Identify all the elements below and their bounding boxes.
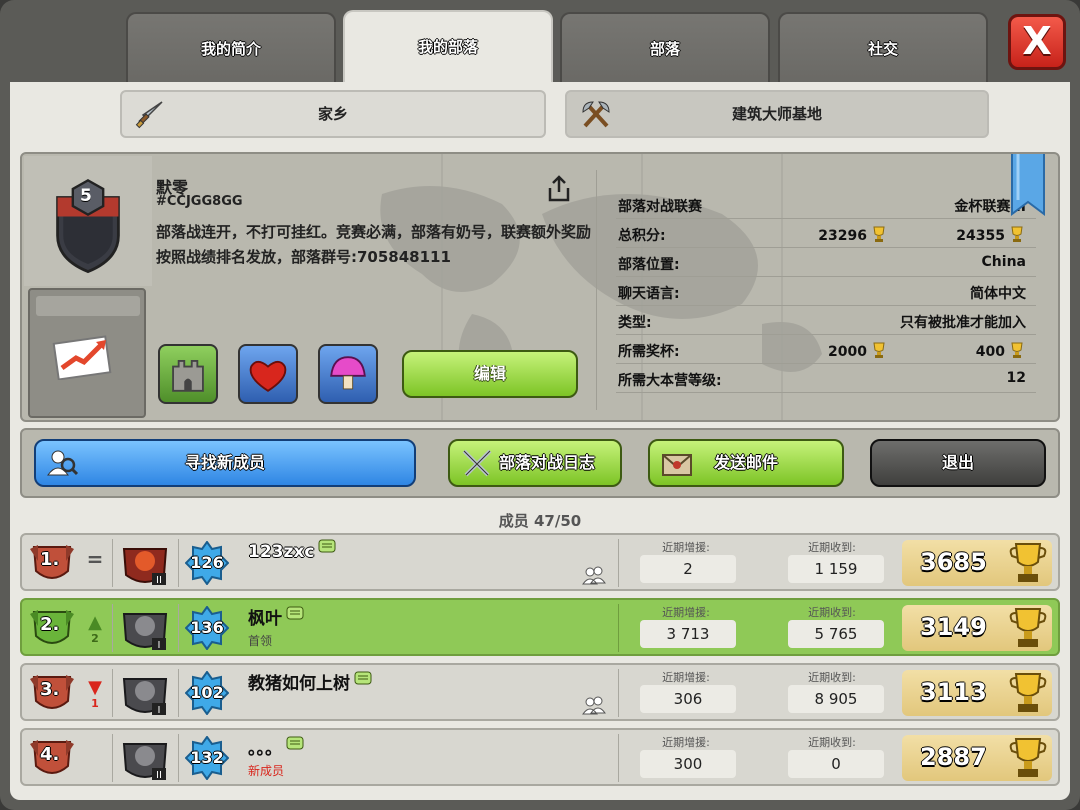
svg-text:I: I: [158, 705, 161, 716]
stat-required-trophies: 所需奖杯: 2000 400: [616, 335, 1036, 364]
stat-location: 部落位置: China: [616, 248, 1036, 277]
leave-clan-button[interactable]: 退出: [870, 439, 1046, 487]
titan-league-icon: I: [122, 613, 168, 651]
friends-icon: [582, 566, 606, 585]
received-value: 8 905: [788, 685, 884, 713]
sword-icon: [135, 101, 163, 129]
player-name: 123zxc: [248, 539, 336, 562]
mail-icon: [662, 454, 692, 476]
tab-social[interactable]: 社交: [778, 12, 988, 84]
received-value: 1 159: [788, 555, 884, 583]
clan-stats-side-panel[interactable]: [28, 288, 146, 418]
trophy-icon: [873, 342, 885, 358]
svg-text:II: II: [156, 770, 162, 781]
clan-perk-castle[interactable]: [158, 344, 218, 404]
clan-description: 部落战连开，不打可挂红。竞赛必满，部落有奶号，联赛额外奖励按照战绩排名发放，部落…: [156, 223, 592, 266]
svg-text:I: I: [158, 640, 161, 651]
find-new-members-button[interactable]: 寻找新成员: [34, 439, 416, 487]
titan-league-icon: II: [122, 743, 168, 781]
player-name: 教猪如何上树: [248, 669, 372, 694]
donated-value: 306: [640, 685, 736, 713]
search-person-icon: [47, 450, 79, 476]
rank-down-icon: ▼: [88, 677, 102, 698]
members-count: 成员 47/50: [498, 512, 582, 530]
rank-up-icon: ▲: [88, 612, 102, 633]
trophy-icon: [1009, 738, 1047, 777]
trophy-icon: [1009, 608, 1047, 647]
stat-war-league: 部落对战联赛 金杯联赛III: [616, 190, 1036, 219]
send-mail-button[interactable]: 发送邮件: [648, 439, 844, 487]
chat-icon: [318, 539, 336, 553]
stat-total-points: 总积分: 23296 24355: [616, 219, 1036, 248]
clan-badge-box: 5: [24, 156, 152, 286]
chat-icon: [286, 606, 304, 620]
member-role: 首领: [248, 634, 273, 648]
clan-perk-mushroom[interactable]: [318, 344, 378, 404]
friends-icon: [582, 696, 606, 715]
player-name: 。。。: [248, 734, 304, 759]
clan-info-panel: 5 默零 #CCJGG8GG 部落战连开，不打可挂红。竞赛必满，部落有奶号，联赛…: [20, 152, 1060, 422]
trophy-icon: [1009, 543, 1047, 582]
subtab-builder-label: 建筑大师基地: [731, 105, 822, 123]
member-row[interactable]: 4. II 132 。。。 新成员 近期增援: 300 近期收到: 0 2887: [20, 728, 1060, 786]
trophy-icon: [1009, 673, 1047, 712]
tab-my-clan[interactable]: 我的部落: [343, 10, 553, 86]
clan-stats-list: 部落对战联赛 金杯联赛III 总积分: 23296 24355 部落位置: Ch…: [616, 190, 1036, 393]
edit-clan-button[interactable]: 编辑: [402, 350, 578, 398]
member-row[interactable]: 1. = II 126 123zxc 近期增援: 2 近期收到: 1 159 3…: [20, 533, 1060, 591]
titan-league-icon: I: [122, 678, 168, 716]
rank-change: =: [86, 547, 104, 571]
clan-perk-heart[interactable]: [238, 344, 298, 404]
donated-value: 2: [640, 555, 736, 583]
builder-trophy-icon: [1011, 226, 1023, 242]
member-row[interactable]: 2. ▲ 2 I 136 枫叶 首领 近期增援: 3 713 近期收到: 5 7…: [20, 598, 1060, 656]
trophy-count: 3685: [902, 540, 1052, 586]
stat-required-town-hall: 所需大本营等级: 12: [616, 364, 1036, 393]
donated-value: 3 713: [640, 620, 736, 648]
war-league-ribbon-icon[interactable]: [1010, 152, 1046, 216]
war-log-button[interactable]: 部落对战日志: [448, 439, 622, 487]
trophy-icon: [873, 226, 885, 242]
donated-value: 300: [640, 750, 736, 778]
trophy-count: 3149: [902, 605, 1052, 651]
stat-type: 类型: 只有被批准才能加入: [616, 306, 1036, 335]
crossed-swords-icon: [462, 449, 492, 477]
tab-my-profile[interactable]: 我的简介: [126, 12, 336, 84]
castle-icon: [172, 360, 204, 392]
chat-icon: [286, 736, 304, 750]
player-name: 枫叶: [248, 604, 304, 629]
svg-text:II: II: [156, 575, 162, 586]
trophy-count: 3113: [902, 670, 1052, 716]
heart-icon: [249, 360, 287, 392]
builder-trophy-icon: [1011, 342, 1023, 358]
trophy-count: 2887: [902, 735, 1052, 781]
member-role: 新成员: [248, 764, 285, 778]
subtab-home-village[interactable]: 家乡: [120, 90, 546, 138]
legend-league-icon: II: [122, 548, 168, 586]
subtab-home-label: 家乡: [317, 105, 348, 123]
mushroom-icon: [330, 356, 366, 390]
chat-icon: [354, 671, 372, 685]
tab-clans[interactable]: 部落: [560, 12, 770, 84]
received-value: 5 765: [788, 620, 884, 648]
clan-tag: #CCJGG8GG: [156, 194, 243, 209]
clan-action-bar: 寻找新成员 部落对战日志 发送邮件 退出: [20, 428, 1060, 498]
clan-level: 5: [80, 186, 92, 206]
close-button[interactable]: X: [1008, 14, 1066, 70]
crossed-axes-icon: [582, 101, 610, 128]
chart-up-icon: [52, 335, 112, 380]
top-tab-bar: 我的简介 我的部落 部落 社交: [0, 10, 1080, 86]
stat-chat-language: 聊天语言: 简体中文: [616, 277, 1036, 306]
subtab-builder-base[interactable]: 建筑大师基地: [565, 90, 989, 138]
received-value: 0: [788, 750, 884, 778]
share-icon[interactable]: [544, 174, 574, 204]
member-row[interactable]: 3. ▼ 1 I 102 教猪如何上树 近期增援: 306 近期收到: 8 90…: [20, 663, 1060, 721]
